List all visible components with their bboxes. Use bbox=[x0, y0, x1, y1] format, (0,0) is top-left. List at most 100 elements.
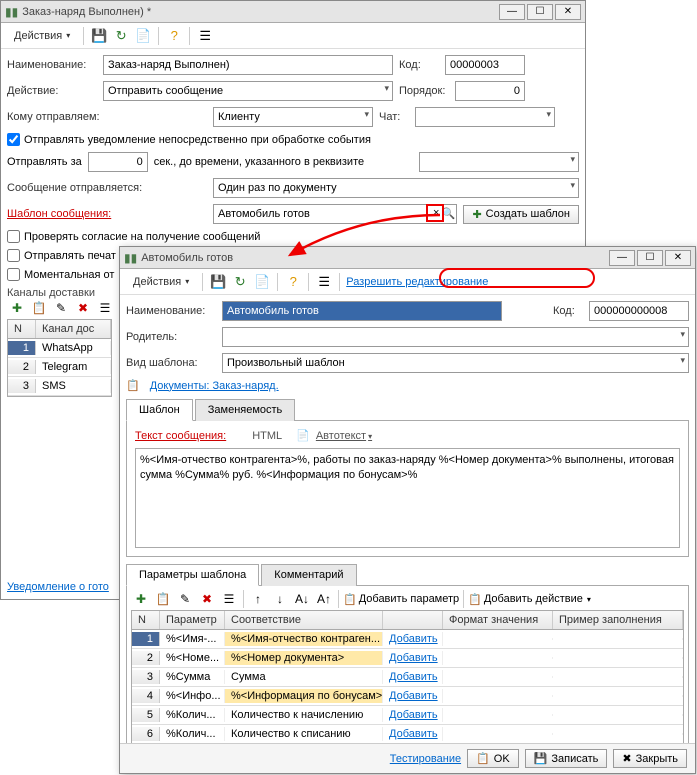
delete-icon[interactable]: ✖ bbox=[197, 590, 217, 608]
edit-icon[interactable]: ✎ bbox=[175, 590, 195, 608]
code-input-2[interactable] bbox=[589, 301, 689, 321]
code-input[interactable] bbox=[445, 55, 525, 75]
chk-immediate-label: Отправлять уведомление непосредственно п… bbox=[24, 134, 371, 146]
edit-icon[interactable]: ✎ bbox=[51, 299, 71, 317]
html-button[interactable]: HTML bbox=[252, 430, 282, 442]
tab-template[interactable]: Шаблон bbox=[126, 399, 193, 421]
add-icon[interactable]: ✚ bbox=[7, 299, 27, 317]
send-for-label: Отправлять за bbox=[7, 156, 82, 168]
send-for-input[interactable] bbox=[88, 152, 148, 172]
help-icon[interactable]: ? bbox=[165, 27, 183, 45]
window-title-2: Автомобиль готов bbox=[141, 252, 609, 264]
close-button-2[interactable]: ✖ Закрыть bbox=[613, 749, 687, 768]
highlight-allow-edit bbox=[439, 268, 595, 288]
send-for-req[interactable] bbox=[419, 152, 579, 172]
save-icon[interactable]: 💾 bbox=[209, 273, 227, 291]
ok-button[interactable]: 📋 OK bbox=[467, 749, 519, 768]
titlebar[interactable]: ▮▮ Заказ-наряд Выполнен) * — ☐ ✕ bbox=[1, 1, 585, 23]
table-row[interactable]: 5%Колич...Количество к начислениюДобавит… bbox=[132, 706, 683, 725]
recipient-combo[interactable] bbox=[213, 107, 373, 127]
minimize-button[interactable]: — bbox=[499, 4, 525, 20]
more-icon[interactable]: ☰ bbox=[219, 590, 239, 608]
highlight-search bbox=[426, 204, 444, 222]
table-row[interactable]: 6%Колич...Количество к списаниюДобавить bbox=[132, 725, 683, 744]
window-template-editor: ▮▮ Автомобиль готов — ☐ ✕ Действия▾ 💾 ↻ … bbox=[119, 246, 696, 774]
name-input-2[interactable] bbox=[222, 301, 502, 321]
sort-desc-icon[interactable]: A↑ bbox=[314, 590, 334, 608]
table-row[interactable]: 3SMS bbox=[8, 377, 111, 396]
tab-comment[interactable]: Комментарий bbox=[261, 564, 356, 586]
send-for-suffix: сек., до времени, указанного в реквизите bbox=[154, 156, 364, 168]
table-row[interactable]: 2%<Номе...%<Номер документа>Добавить bbox=[132, 649, 683, 668]
down-icon[interactable]: ↓ bbox=[270, 590, 290, 608]
name-input[interactable] bbox=[103, 55, 393, 75]
add-link[interactable]: Добавить bbox=[389, 728, 438, 740]
chk-print[interactable] bbox=[7, 249, 20, 262]
app-icon: ▮▮ bbox=[124, 251, 137, 265]
msg-sent-combo[interactable] bbox=[213, 178, 579, 198]
minimize-button[interactable]: — bbox=[609, 250, 635, 266]
refresh-icon[interactable]: ↻ bbox=[231, 273, 249, 291]
footer-link[interactable]: Уведомление о гото bbox=[7, 581, 109, 593]
list-icon[interactable]: ☰ bbox=[315, 273, 333, 291]
chk-consent[interactable] bbox=[7, 230, 20, 243]
create-template-button[interactable]: ✚Создать шаблон bbox=[463, 205, 579, 224]
chk-instant[interactable] bbox=[7, 268, 20, 281]
titlebar-2[interactable]: ▮▮ Автомобиль готов — ☐ ✕ bbox=[120, 247, 695, 269]
add-link[interactable]: Добавить bbox=[389, 671, 438, 683]
up-icon[interactable]: ↑ bbox=[248, 590, 268, 608]
type-combo[interactable] bbox=[222, 353, 689, 373]
delete-icon[interactable]: ✖ bbox=[73, 299, 93, 317]
maximize-button[interactable]: ☐ bbox=[637, 250, 663, 266]
table-row[interactable]: 1%<Имя-...%<Имя-отчество контраген...Доб… bbox=[132, 630, 683, 649]
tab-replace[interactable]: Заменяемость bbox=[195, 399, 296, 421]
more-icon[interactable]: ☰ bbox=[95, 299, 115, 317]
chat-combo[interactable] bbox=[415, 107, 555, 127]
autotext-button[interactable]: Автотекст▾ bbox=[316, 430, 372, 442]
tab-params[interactable]: Параметры шаблона bbox=[126, 564, 259, 586]
close-button[interactable]: ✕ bbox=[555, 4, 581, 20]
close-button[interactable]: ✕ bbox=[665, 250, 691, 266]
parent-combo[interactable] bbox=[222, 327, 689, 347]
help-icon[interactable]: ? bbox=[284, 273, 302, 291]
chk-immediate[interactable] bbox=[7, 133, 20, 146]
add-param-button[interactable]: 📋Добавить параметр bbox=[343, 593, 459, 606]
order-input[interactable] bbox=[455, 81, 525, 101]
add-link[interactable]: Добавить bbox=[389, 709, 438, 721]
sort-asc-icon[interactable]: A↓ bbox=[292, 590, 312, 608]
recipient-label: Кому отправляем: bbox=[7, 111, 207, 123]
toolbar: Действия▾ 💾 ↻ 📄 ? ☰ bbox=[1, 23, 585, 49]
doc-icon[interactable]: 📄 bbox=[253, 273, 271, 291]
refresh-icon[interactable]: ↻ bbox=[112, 27, 130, 45]
save-icon[interactable]: 💾 bbox=[90, 27, 108, 45]
add-link[interactable]: Добавить bbox=[389, 652, 438, 664]
add-link[interactable]: Добавить bbox=[389, 633, 438, 645]
copy-icon[interactable]: 📋 bbox=[153, 590, 173, 608]
add-link[interactable]: Добавить bbox=[389, 690, 438, 702]
copy-icon[interactable]: 📋 bbox=[29, 299, 49, 317]
save-button[interactable]: 💾 Записать bbox=[525, 749, 608, 768]
text-label[interactable]: Текст сообщения: bbox=[135, 430, 226, 442]
name-label-2: Наименование: bbox=[126, 305, 216, 317]
table-row[interactable]: 4%<Инфо...%<Информация по бонусам>Добави… bbox=[132, 687, 683, 706]
action-combo[interactable] bbox=[103, 81, 393, 101]
docs-link[interactable]: Документы: Заказ-наряд. bbox=[150, 380, 279, 392]
table-row[interactable]: 1WhatsApp bbox=[8, 339, 111, 358]
add-icon[interactable]: ✚ bbox=[131, 590, 151, 608]
table-row[interactable]: 2Telegram bbox=[8, 358, 111, 377]
list-icon[interactable]: ☰ bbox=[196, 27, 214, 45]
doc-icon[interactable]: 📄 bbox=[134, 27, 152, 45]
actions-menu-2[interactable]: Действия▾ bbox=[126, 273, 196, 291]
msg-sent-label: Сообщение отправляется: bbox=[7, 182, 207, 194]
message-body[interactable]: %<Имя-отчество контрагента>%, работы по … bbox=[135, 448, 680, 548]
code-label: Код: bbox=[399, 59, 439, 71]
name-label: Наименование: bbox=[7, 59, 97, 71]
actions-menu[interactable]: Действия▾ bbox=[7, 27, 77, 45]
template-input[interactable] bbox=[213, 204, 457, 224]
testing-link[interactable]: Тестирование bbox=[390, 753, 461, 765]
template-label[interactable]: Шаблон сообщения: bbox=[7, 208, 207, 220]
table-row[interactable]: 3%СуммаСуммаДобавить bbox=[132, 668, 683, 687]
toolbar-2: Действия▾ 💾 ↻ 📄 ? ☰ Разрешить редактиров… bbox=[120, 269, 695, 295]
maximize-button[interactable]: ☐ bbox=[527, 4, 553, 20]
add-action-button[interactable]: 📋Добавить действие▾ bbox=[468, 593, 591, 606]
